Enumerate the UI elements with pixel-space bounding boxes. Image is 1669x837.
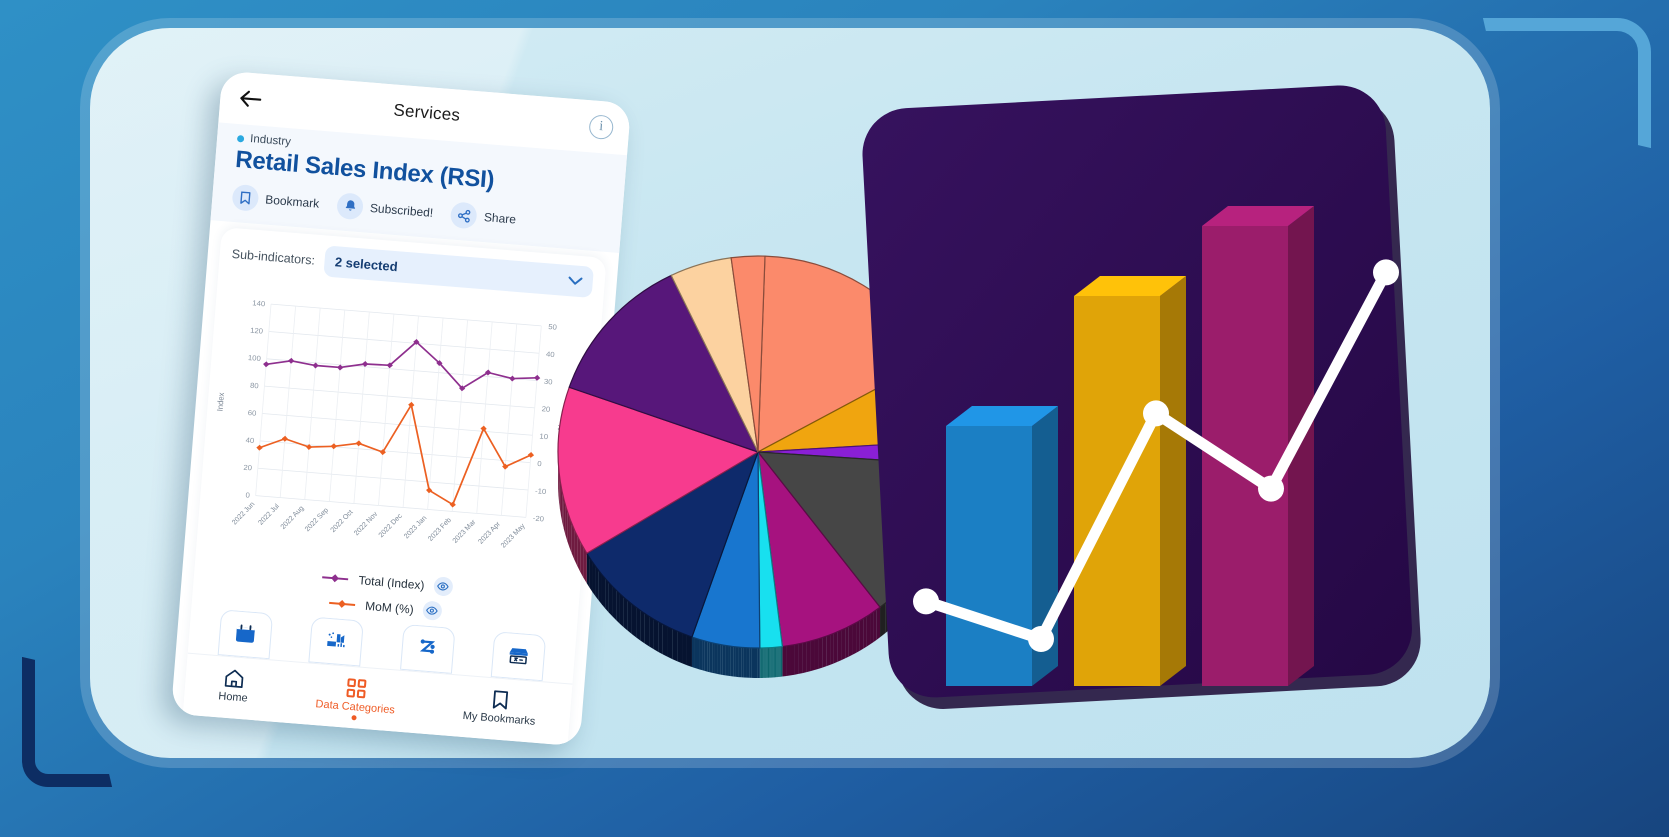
svg-text:2023 Feb: 2023 Feb (427, 517, 453, 543)
line-marker[interactable] (1258, 475, 1284, 502)
sub-indicator-value: 2 selected (334, 254, 399, 275)
factory-icon[interactable] (308, 616, 365, 667)
svg-text:2022 Dec: 2022 Dec (378, 513, 404, 539)
bell-icon (336, 192, 365, 221)
svg-text:-20: -20 (533, 514, 545, 524)
chart-y-axis-label: Index (215, 392, 226, 412)
line-marker[interactable] (1373, 259, 1399, 286)
legend-line-swatch (321, 572, 350, 584)
category-dot (236, 134, 245, 143)
calendar-icon[interactable] (217, 609, 273, 660)
chart-gridlines (255, 303, 542, 518)
category-label: Industry (249, 133, 292, 149)
svg-text:2022 Nov: 2022 Nov (353, 511, 379, 537)
share-label: Share (483, 210, 517, 227)
sub-indicator-label: Sub-indicators: (231, 246, 316, 268)
bookmark-icon (231, 183, 260, 212)
chart-y-axis-left: 0 20 40 60 80 100 120 140 (243, 298, 266, 500)
svg-text:140: 140 (252, 298, 266, 308)
svg-text:10: 10 (539, 432, 548, 441)
line-chart-svg: 020406080100120140 -20-1001020304050 202… (215, 298, 566, 549)
svg-text:2022 Oct: 2022 Oct (330, 509, 355, 534)
eye-icon[interactable] (432, 576, 454, 597)
chart-x-axis: 2022 Jun 2022 Jul2022 Aug2022 Sep 2022 Oct… (231, 501, 527, 549)
svg-text:2023 Mar: 2023 Mar (452, 518, 478, 544)
svg-text:100: 100 (248, 353, 262, 363)
line-marker[interactable] (1143, 400, 1169, 427)
bar-chart-svg (862, 85, 1421, 709)
line-chart[interactable]: 0 20 40 60 80 100 120 140 -20 -10 0 10 20 30 40 50 202… (196, 276, 603, 586)
subscribe-label: Subscribed! (369, 200, 434, 220)
bookmark-outline-icon (491, 689, 510, 710)
svg-text:2023 Apr: 2023 Apr (477, 520, 502, 545)
bar-3d[interactable] (1074, 276, 1186, 686)
nav-item-my-bookmarks[interactable]: My Bookmarks (462, 687, 537, 728)
svg-text:40: 40 (245, 436, 254, 445)
nav-label-home: Home (217, 690, 249, 705)
bookmark-label: Bookmark (264, 192, 320, 211)
svg-text:120: 120 (250, 326, 264, 336)
svg-text:2022 Aug: 2022 Aug (280, 505, 306, 531)
nav-item-data-categories[interactable]: Data Categories (315, 675, 397, 721)
legend-item-mom[interactable]: MoM (%) (328, 593, 443, 621)
eye-icon[interactable] (421, 600, 443, 621)
nav-item-home[interactable]: Home (217, 667, 250, 705)
legend-line-swatch (328, 597, 357, 609)
corner-bracket-top-right (1483, 18, 1651, 148)
legend-label-total: Total (Index) (358, 572, 426, 592)
share-icon (450, 201, 479, 230)
grid-icon (346, 678, 368, 700)
share-action[interactable]: Share (450, 201, 517, 232)
nav-active-dot (351, 715, 358, 721)
subscribe-action[interactable]: Subscribed! (336, 192, 434, 226)
back-arrow-icon[interactable] (235, 84, 265, 114)
line-marker[interactable] (1028, 626, 1054, 652)
chart-series-group (256, 339, 541, 508)
svg-text:0: 0 (245, 491, 250, 500)
line-marker[interactable] (913, 588, 939, 615)
svg-text:2022 Jul: 2022 Jul (257, 503, 281, 527)
legend-label-mom: MoM (%) (364, 598, 415, 617)
nav-label-my-bookmarks: My Bookmarks (462, 709, 536, 728)
home-icon (223, 668, 246, 690)
svg-text:20: 20 (243, 463, 252, 472)
svg-text:2022 Jun: 2022 Jun (231, 501, 256, 526)
svg-text:2022 Sep: 2022 Sep (304, 507, 330, 533)
store-icon[interactable] (490, 631, 547, 682)
info-circle-icon[interactable]: i (588, 114, 615, 141)
bar-chart-3d-panel (862, 85, 1426, 726)
svg-text:60: 60 (247, 408, 256, 417)
chart-card: Sub-indicators: 2 selected 0 20 40 60 80 10 (182, 227, 607, 746)
svg-text:-10: -10 (535, 486, 547, 496)
svg-text:2023 Jan: 2023 Jan (403, 515, 428, 540)
bookmark-action[interactable]: Bookmark (231, 183, 320, 217)
svg-text:80: 80 (250, 381, 259, 390)
network-chart-icon[interactable] (399, 623, 456, 674)
svg-text:0: 0 (537, 459, 542, 468)
svg-text:2023 May: 2023 May (500, 522, 527, 549)
nav-label-data-categories: Data Categories (315, 698, 396, 717)
hero-scene: Services i Industry Retail Sales Index (… (0, 0, 1669, 837)
